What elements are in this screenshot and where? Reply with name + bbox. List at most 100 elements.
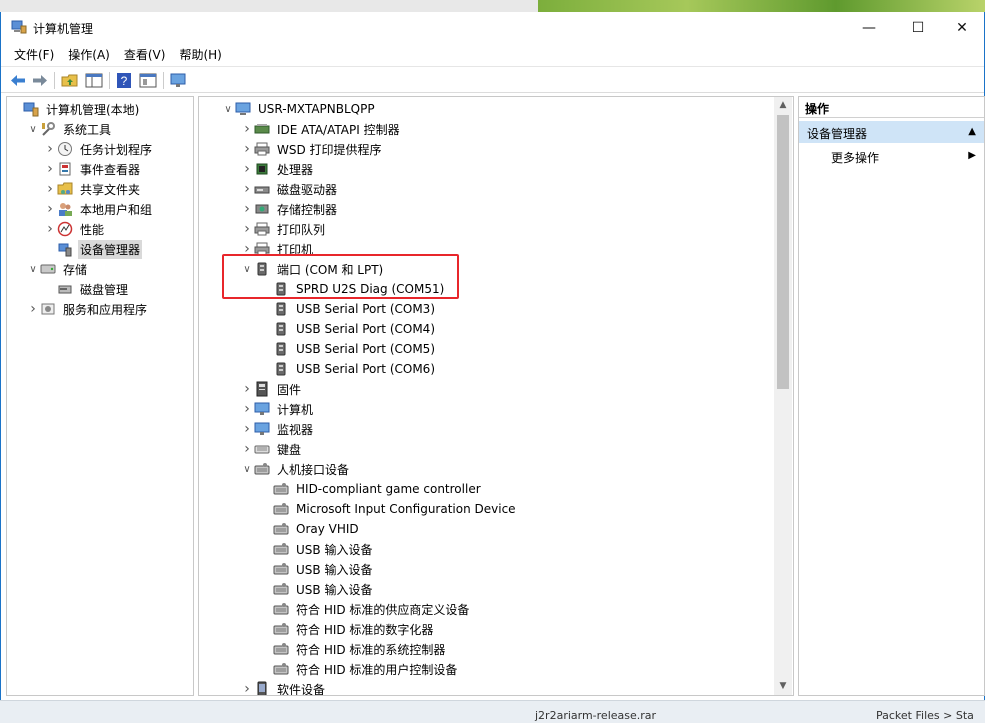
menu-help[interactable]: 帮助(H): [174, 44, 226, 65]
device-tree-item-row[interactable]: Oray VHID: [259, 519, 361, 539]
console-tree-item-row[interactable]: ∨ 存储: [26, 259, 89, 279]
expand-arrow-icon[interactable]: ›: [43, 181, 57, 197]
actions-header: 操作: [799, 97, 984, 118]
device-tree-item-row[interactable]: 符合 HID 标准的用户控制设备: [259, 659, 459, 679]
collapse-arrow-icon[interactable]: ∨: [240, 464, 254, 475]
expand-arrow-icon[interactable]: ›: [240, 421, 254, 437]
collapse-arrow-icon[interactable]: ∨: [26, 124, 40, 135]
computer-icon: [235, 101, 251, 117]
scroll-down-icon[interactable]: ▼: [774, 678, 792, 695]
device-tree-item-row[interactable]: › 存储控制器: [240, 199, 339, 219]
device-tree-item-row[interactable]: › IDE ATA/ATAPI 控制器: [240, 119, 402, 139]
collapse-arrow-icon[interactable]: ∨: [26, 264, 40, 275]
device-tree-item-row[interactable]: USB 输入设备: [259, 539, 374, 559]
monitor-icon[interactable]: [169, 72, 187, 89]
device-tree-item-row[interactable]: › 磁盘驱动器: [240, 179, 339, 199]
device-tree-item-row[interactable]: ∨ USR-MXTAPNBLQPP: [221, 99, 377, 119]
console-tree-item-row[interactable]: 磁盘管理: [43, 279, 130, 299]
actions-section-device-manager[interactable]: 设备管理器 ▲: [799, 121, 984, 143]
up-folder-icon[interactable]: [61, 72, 79, 89]
device-tree-item-row[interactable]: SPRD U2S Diag (COM51): [259, 279, 446, 299]
back-arrow-icon[interactable]: [9, 72, 27, 89]
scroll-up-icon[interactable]: ▲: [774, 97, 792, 114]
window-title: 计算机管理: [33, 22, 94, 36]
expand-arrow-icon[interactable]: ›: [26, 301, 40, 317]
device-tree-item-row[interactable]: › WSD 打印提供程序: [240, 139, 384, 159]
device-tree-item-row[interactable]: USB Serial Port (COM4): [259, 319, 437, 339]
device-tree-item-row[interactable]: › 固件: [240, 379, 303, 399]
menu-file[interactable]: 文件(F): [9, 44, 59, 65]
console-tree-item-row[interactable]: › 任务计划程序: [43, 139, 154, 159]
expand-arrow-icon[interactable]: ›: [43, 221, 57, 237]
expand-arrow-icon[interactable]: ›: [240, 681, 254, 695]
menu-action[interactable]: 操作(A): [63, 44, 115, 65]
expand-arrow-icon[interactable]: ›: [43, 141, 57, 157]
computer-management-window: 计算机管理 — ☐ ✕ 文件(F) 操作(A) 查看(V) 帮助(H) ? 计算…: [0, 12, 985, 702]
device-tree-item-label: 符合 HID 标准的数字化器: [296, 622, 434, 637]
console-tree-item-row[interactable]: › 服务和应用程序: [26, 299, 149, 319]
device-tree-item-row[interactable]: 符合 HID 标准的供应商定义设备: [259, 599, 471, 619]
device-tree-item-label: Microsoft Input Configuration Device: [296, 502, 516, 516]
expand-arrow-icon[interactable]: ›: [43, 201, 57, 217]
console-tree-item-row[interactable]: ∨ 系统工具: [26, 119, 113, 139]
expand-arrow-icon[interactable]: ›: [240, 201, 254, 217]
close-button[interactable]: ✕: [939, 12, 985, 43]
expand-arrow-icon[interactable]: ›: [240, 241, 254, 257]
device-tree-item-row[interactable]: › 处理器: [240, 159, 315, 179]
minimize-button[interactable]: —: [846, 12, 892, 43]
expand-arrow-icon[interactable]: ›: [240, 401, 254, 417]
port-icon: [254, 261, 270, 277]
forward-arrow-icon[interactable]: [31, 72, 49, 89]
scroll-thumb[interactable]: [777, 115, 789, 389]
device-tree-item-row[interactable]: › 打印机: [240, 239, 315, 259]
title-bar[interactable]: 计算机管理 — ☐ ✕: [1, 12, 984, 43]
device-tree-item-row[interactable]: USB Serial Port (COM5): [259, 339, 437, 359]
device-tree-item-row[interactable]: USB Serial Port (COM6): [259, 359, 437, 379]
show-hide-tree-icon[interactable]: [85, 72, 103, 89]
expand-arrow-icon[interactable]: ›: [240, 181, 254, 197]
device-tree-item-row[interactable]: ∨ 端口 (COM 和 LPT): [240, 259, 385, 279]
properties-icon[interactable]: [139, 72, 157, 89]
device-tree-item-row[interactable]: › 打印队列: [240, 219, 327, 239]
device-tree-item-row[interactable]: Microsoft Input Configuration Device: [259, 499, 518, 519]
vertical-scrollbar[interactable]: ▲ ▼: [774, 97, 792, 695]
device-tree-item-row[interactable]: ∨ 人机接口设备: [240, 459, 351, 479]
device-tree-item-row[interactable]: › 软件设备: [240, 679, 327, 695]
maximize-button[interactable]: ☐: [895, 12, 941, 43]
device-tree-item-row[interactable]: USB Serial Port (COM3): [259, 299, 437, 319]
console-tree-item-row[interactable]: › 本地用户和组: [43, 199, 154, 219]
console-tree-item-row[interactable]: 设备管理器: [43, 239, 143, 259]
console-tree-item-label: 本地用户和组: [80, 202, 153, 217]
collapse-caret-icon[interactable]: ▲: [968, 126, 976, 137]
hid-icon: [254, 461, 270, 477]
device-tree-item-row[interactable]: USB 输入设备: [259, 559, 374, 579]
device-tree-item-row[interactable]: › 计算机: [240, 399, 315, 419]
device-tree-item-row[interactable]: › 监视器: [240, 419, 315, 439]
printer-icon: [254, 221, 270, 237]
taskbar-file-text: j2r2ariarm-release.rar: [535, 709, 657, 722]
menu-view[interactable]: 查看(V): [119, 44, 171, 65]
device-tree-item-row[interactable]: USB 输入设备: [259, 579, 374, 599]
collapse-arrow-icon[interactable]: ∨: [221, 104, 235, 115]
console-tree-item-row[interactable]: › 性能: [43, 219, 106, 239]
console-tree-item-row[interactable]: 计算机管理(本地): [9, 99, 141, 119]
expand-arrow-icon[interactable]: ›: [240, 141, 254, 157]
help-icon[interactable]: ?: [115, 72, 133, 89]
expand-arrow-icon[interactable]: ›: [240, 161, 254, 177]
console-tree-item-row[interactable]: › 事件查看器: [43, 159, 142, 179]
device-tree-item-row[interactable]: HID-compliant game controller: [259, 479, 483, 499]
device-tree-item-label: 存储控制器: [277, 202, 338, 217]
expand-arrow-icon[interactable]: ›: [240, 221, 254, 237]
collapse-arrow-icon[interactable]: ∨: [240, 264, 254, 275]
expand-arrow-icon[interactable]: ›: [240, 381, 254, 397]
expand-arrow-icon[interactable]: ›: [240, 121, 254, 137]
expand-arrow-icon[interactable]: ›: [240, 441, 254, 457]
device-tree-item-row[interactable]: 符合 HID 标准的系统控制器: [259, 639, 447, 659]
device-tree-item-row[interactable]: › 键盘: [240, 439, 303, 459]
expand-arrow-icon[interactable]: ›: [43, 161, 57, 177]
firmware-icon: [254, 381, 270, 397]
device-tree-item-label: Oray VHID: [296, 522, 359, 536]
more-actions-item[interactable]: 更多操作 ▶: [799, 146, 984, 166]
console-tree-item-row[interactable]: › 共享文件夹: [43, 179, 142, 199]
device-tree-item-row[interactable]: 符合 HID 标准的数字化器: [259, 619, 435, 639]
